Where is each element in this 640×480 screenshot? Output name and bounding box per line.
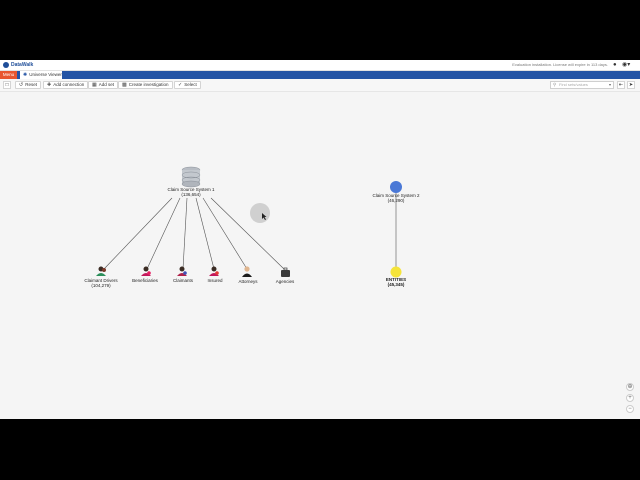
attorneys-label: Attorneys	[238, 279, 258, 284]
entities-node[interactable]	[390, 266, 402, 278]
insured-label: Insured	[207, 278, 223, 283]
edge-source1-beneficiaries[interactable]	[146, 197, 181, 270]
entities-count: (45,345)	[387, 282, 405, 287]
source2-count: (46,290)	[387, 198, 405, 203]
zoom-out-button[interactable]: −	[626, 405, 634, 413]
source1-label: Claim Source System 1 (136,654)	[167, 187, 214, 197]
edge-source1-attorneys[interactable]	[202, 197, 248, 270]
center-view-button[interactable]: ⊕	[626, 383, 634, 391]
claimant-drivers-count: (104,279)	[91, 283, 111, 288]
source1-count: (136,654)	[181, 192, 201, 197]
claimants-label: Claimants	[172, 278, 194, 283]
app-window: DataWalk Evaluation installation. Licens…	[0, 60, 640, 419]
edge-source1-claimant-drivers[interactable]	[103, 197, 173, 270]
person-icon[interactable]	[141, 266, 151, 277]
agencies-label: Agencies	[275, 279, 295, 284]
claimant-drivers-label: Claimant Drivers (104,279)	[84, 278, 117, 288]
briefcase-icon[interactable]	[281, 267, 290, 277]
source2-node[interactable]	[390, 181, 402, 193]
source2-label: Claim Source System 2 (46,290)	[372, 193, 419, 203]
edge-source1-agencies[interactable]	[210, 197, 285, 270]
edge-source1-insured[interactable]	[195, 197, 215, 270]
person-icon[interactable]	[242, 266, 252, 277]
zoom-in-button[interactable]: +	[626, 394, 634, 402]
graph-canvas[interactable]	[0, 60, 640, 419]
person-icon[interactable]	[177, 266, 187, 277]
beneficiaries-label: Beneficiaries	[132, 278, 158, 283]
database-icon[interactable]	[181, 166, 201, 188]
edge-source1-claimants[interactable]	[182, 197, 188, 270]
entities-label: ENTITIES (45,345)	[386, 277, 406, 287]
person-icon[interactable]	[96, 266, 106, 277]
person-icon[interactable]	[209, 266, 219, 277]
cursor-highlight	[250, 203, 270, 223]
